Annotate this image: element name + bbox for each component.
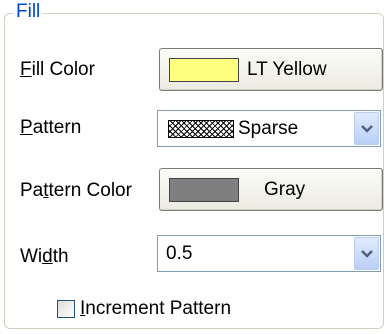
increment-pattern-label[interactable]: Increment Pattern [80, 298, 231, 320]
pattern-dropdown-button[interactable] [354, 112, 379, 145]
width-dropdown-button[interactable] [354, 237, 379, 270]
pattern-color-swatch [169, 178, 239, 202]
label-text: ill Color [31, 59, 95, 80]
label-text: Wi [20, 246, 43, 267]
width-label: Width [20, 246, 69, 268]
fill-color-button[interactable]: LT Yellow [159, 48, 383, 91]
label-text: Pa [20, 180, 44, 201]
label-text: ncrement Pattern [85, 298, 232, 319]
width-value: 0.5 [166, 243, 193, 264]
increment-pattern-checkbox[interactable] [57, 300, 75, 318]
pattern-label: Pattern [20, 117, 81, 139]
pattern-color-value: Gray [264, 179, 306, 200]
mnemonic-letter: F [20, 59, 32, 80]
mnemonic-letter: d [42, 246, 53, 267]
fill-color-value: LT Yellow [247, 59, 327, 80]
pattern-select[interactable]: Sparse [157, 110, 381, 147]
label-text: attern [32, 117, 82, 138]
pattern-color-label: Pattern Color [20, 180, 132, 202]
mnemonic-letter: P [20, 117, 33, 138]
chevron-down-icon [360, 124, 373, 133]
pattern-color-button[interactable]: Gray [159, 168, 383, 211]
group-title: Fill [13, 1, 44, 23]
sparse-pattern-swatch [168, 120, 234, 138]
label-text: th [52, 246, 69, 267]
width-select[interactable]: 0.5 [157, 235, 381, 272]
fill-color-label: Fill Color [20, 59, 95, 81]
chevron-down-icon [360, 249, 373, 258]
fill-color-swatch [169, 58, 239, 82]
pattern-value: Sparse [238, 118, 299, 139]
label-text: tern Color [48, 180, 132, 201]
